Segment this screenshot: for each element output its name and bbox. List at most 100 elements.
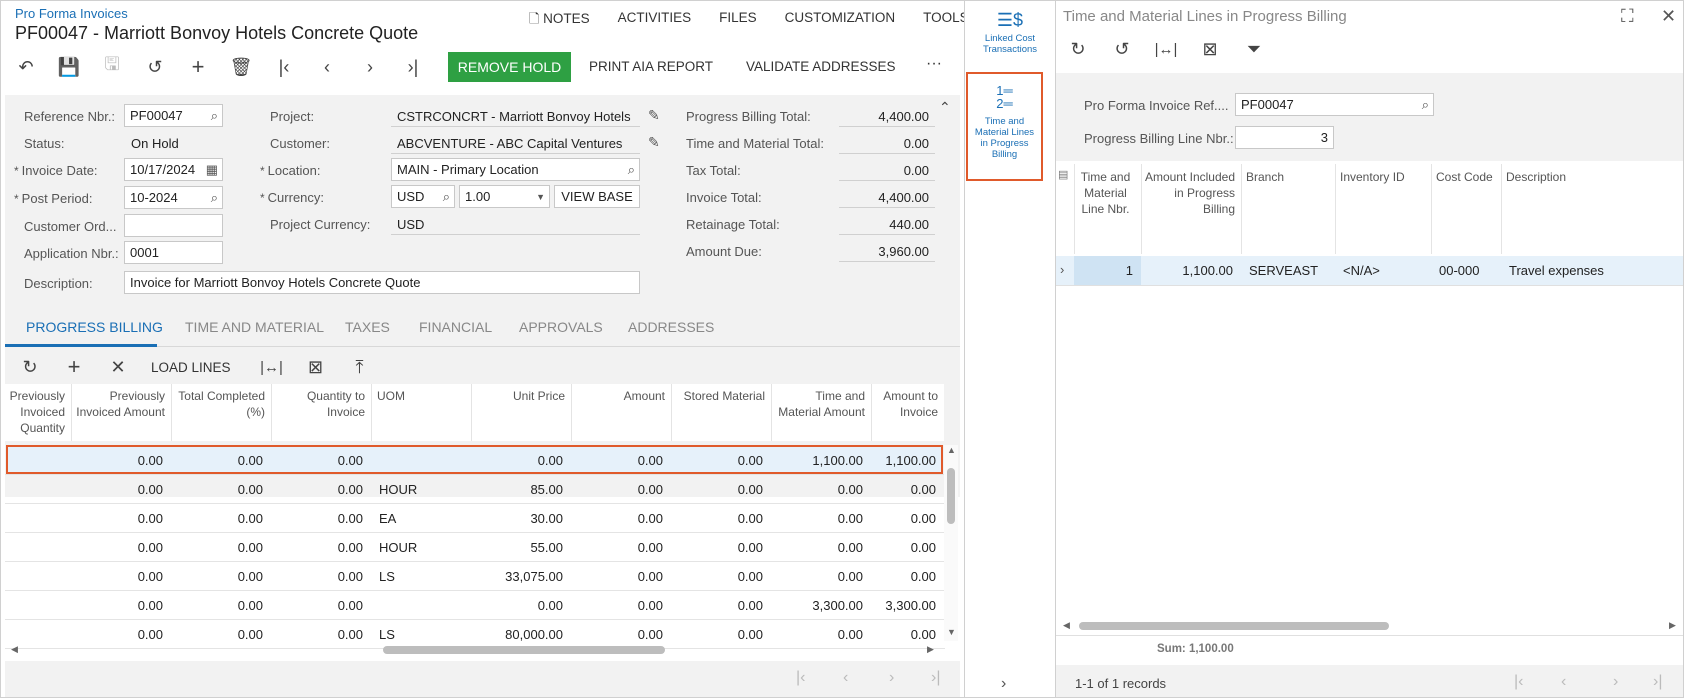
currency-input[interactable]: USD ⌕ xyxy=(391,185,455,208)
view-base-button[interactable]: VIEW BASE xyxy=(554,185,640,208)
column-header[interactable]: Previously Invoiced Amount xyxy=(73,388,165,420)
row-expand-icon[interactable]: › xyxy=(1060,262,1064,277)
total-label: Time and Material Total: xyxy=(686,136,825,151)
undo-icon[interactable]: ↺ xyxy=(1107,34,1137,64)
column-header[interactable]: Time and Material Amount xyxy=(773,388,865,420)
collapse-icon[interactable]: ⌃ xyxy=(939,99,951,116)
column-header[interactable]: Stored Material xyxy=(673,388,765,404)
column-header[interactable]: Previously Invoiced Quantity xyxy=(7,388,65,436)
more-button[interactable]: ··· xyxy=(926,55,942,73)
excel-export-icon[interactable]: ⊠ xyxy=(301,352,331,382)
refresh-icon[interactable]: ↻ xyxy=(15,352,45,382)
notes-button[interactable]: 🗋 NOTES xyxy=(529,10,590,32)
tab-taxes[interactable]: TAXES xyxy=(345,319,390,335)
close-icon[interactable]: ✕ xyxy=(1661,6,1676,27)
invoice-date-input[interactable]: 10/17/2024 ▦ xyxy=(124,158,223,181)
linked-cost-transactions-button[interactable]: ☰$ Linked Cost Transactions xyxy=(965,9,1055,55)
column-header[interactable]: Unit Price xyxy=(473,388,565,404)
previous-page-icon[interactable]: ‹ xyxy=(843,669,848,687)
time-and-material-lines-button[interactable]: 1═ 2═ Time and Material Lines in Progress… xyxy=(966,72,1043,181)
last-page-icon[interactable]: ›| xyxy=(1653,673,1662,691)
project-value[interactable]: CSTRCONCRT - Marriott Bonvoy Hotels xyxy=(391,105,640,127)
refresh-icon[interactable]: ↻ xyxy=(1063,34,1093,64)
caret-down-icon: ▼ xyxy=(536,192,545,202)
vertical-scrollbar[interactable]: ▲ ▼ xyxy=(944,445,958,641)
search-icon[interactable]: ⌕ xyxy=(628,162,635,178)
expand-rail-icon[interactable]: › xyxy=(1001,675,1006,693)
column-header[interactable]: Inventory ID xyxy=(1340,169,1428,185)
customization-button[interactable]: CUSTOMIZATION xyxy=(785,10,896,32)
column-header[interactable]: Description xyxy=(1506,169,1682,185)
previous-page-icon[interactable]: ‹ xyxy=(1561,673,1566,691)
next-record-icon[interactable]: › xyxy=(355,52,385,82)
validate-addresses-button[interactable]: VALIDATE ADDRESSES xyxy=(746,59,896,74)
tab-progress-billing[interactable]: PROGRESS BILLING xyxy=(26,319,163,335)
previous-record-icon[interactable]: ‹ xyxy=(312,52,342,82)
next-page-icon[interactable]: › xyxy=(889,669,894,687)
search-icon[interactable]: ⌕ xyxy=(1422,97,1429,113)
next-page-icon[interactable]: › xyxy=(1613,673,1618,691)
column-header[interactable]: Total Completed (%) xyxy=(173,388,265,420)
remove-hold-button[interactable]: REMOVE HOLD xyxy=(448,52,571,82)
column-header[interactable]: Branch xyxy=(1246,169,1332,185)
reference-input[interactable]: PF00047 ⌕ xyxy=(124,104,223,127)
add-row-icon[interactable]: + xyxy=(59,352,89,382)
search-icon[interactable]: ⌕ xyxy=(211,108,218,124)
search-icon[interactable]: ⌕ xyxy=(443,189,450,205)
customer-value[interactable]: ABCVENTURE - ABC Capital Ventures xyxy=(391,132,640,154)
column-header[interactable]: Amount Included in Progress Billing xyxy=(1143,169,1235,217)
panel-scroll-thumb[interactable] xyxy=(1079,622,1389,630)
vertical-scroll-thumb[interactable] xyxy=(947,468,955,524)
horizontal-scrollbar[interactable]: ◀ ▶ xyxy=(5,643,943,657)
tab-addresses[interactable]: ADDRESSES xyxy=(628,319,714,335)
back-icon[interactable]: ↶ xyxy=(11,52,41,82)
save-icon[interactable]: 🖫 xyxy=(97,52,127,82)
tab-financial[interactable]: FINANCIAL xyxy=(419,319,492,335)
post-period-input[interactable]: 10-2024 ⌕ xyxy=(124,186,223,209)
activities-button[interactable]: ACTIVITIES xyxy=(618,10,692,32)
column-header[interactable]: Time and Material Line Nbr. xyxy=(1076,169,1135,217)
panel-horizontal-scrollbar[interactable]: ◀ ▶ xyxy=(1059,619,1679,633)
status-label: Status: xyxy=(24,136,65,151)
delete-icon[interactable]: 🗑 xyxy=(226,52,256,82)
column-config-icon[interactable]: ▤ xyxy=(1058,168,1068,181)
column-header[interactable]: UOM xyxy=(377,388,469,404)
search-icon[interactable]: ⌕ xyxy=(211,190,218,206)
first-page-icon[interactable]: |‹ xyxy=(796,669,805,687)
column-header[interactable]: Amount xyxy=(573,388,665,404)
save-close-icon[interactable]: 💾 xyxy=(54,52,84,82)
customer-order-input[interactable] xyxy=(124,214,223,237)
last-page-icon[interactable]: ›| xyxy=(931,669,940,687)
breadcrumb[interactable]: Pro Forma Invoices xyxy=(15,6,128,21)
maximize-icon[interactable]: ⛶ xyxy=(1621,6,1634,27)
first-page-icon[interactable]: |‹ xyxy=(1514,673,1523,691)
tab-time-and-material[interactable]: TIME AND MATERIAL xyxy=(185,319,324,335)
edit-pencil-icon[interactable]: ✎ xyxy=(648,134,660,151)
excel-export-icon[interactable]: ⊠ xyxy=(1195,34,1225,64)
tab-approvals[interactable]: APPROVALS xyxy=(519,319,603,335)
calendar-icon[interactable]: ▦ xyxy=(206,162,218,178)
application-nbr-input[interactable]: 0001 xyxy=(124,241,223,264)
edit-pencil-icon[interactable]: ✎ xyxy=(648,107,660,124)
undo-icon[interactable]: ↺ xyxy=(140,52,170,82)
upload-icon[interactable]: ⤒ xyxy=(345,352,375,382)
column-header[interactable]: Amount to Invoice xyxy=(873,388,938,420)
print-aia-report-button[interactable]: PRINT AIA REPORT xyxy=(589,59,713,74)
billing-line-input[interactable]: 3 xyxy=(1235,126,1334,149)
first-record-icon[interactable]: |‹ xyxy=(269,52,299,82)
fit-columns-icon[interactable]: |↔| xyxy=(1151,34,1181,64)
horizontal-scroll-thumb[interactable] xyxy=(383,646,665,654)
load-lines-button[interactable]: LOAD LINES xyxy=(151,360,231,375)
files-button[interactable]: FILES xyxy=(719,10,757,32)
rate-select[interactable]: 1.00 ▼ xyxy=(459,185,550,208)
delete-row-icon[interactable]: ✕ xyxy=(103,352,133,382)
location-input[interactable]: MAIN - Primary Location ⌕ xyxy=(391,158,640,181)
last-record-icon[interactable]: ›| xyxy=(398,52,428,82)
column-header[interactable]: Quantity to Invoice xyxy=(273,388,365,420)
filter-icon[interactable]: ⏷ xyxy=(1239,34,1269,64)
add-icon[interactable]: + xyxy=(183,52,213,82)
pro-forma-ref-input[interactable]: PF00047 ⌕ xyxy=(1235,93,1434,116)
column-header[interactable]: Cost Code xyxy=(1436,169,1498,185)
description-input[interactable]: Invoice for Marriott Bonvoy Hotels Concr… xyxy=(124,271,640,294)
fit-columns-icon[interactable]: |↔| xyxy=(257,352,287,382)
